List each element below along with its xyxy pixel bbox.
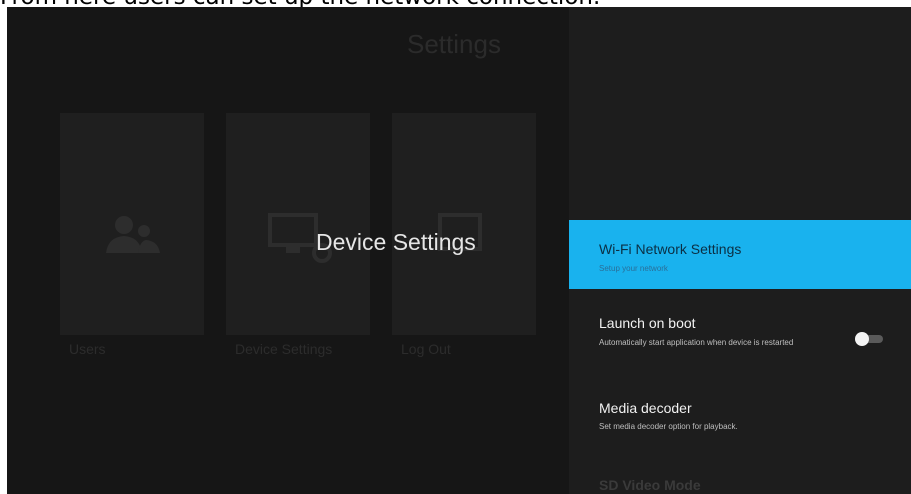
toggle-thumb — [855, 332, 869, 346]
users-icon — [106, 216, 160, 253]
launch-on-boot-toggle[interactable] — [855, 332, 885, 346]
tile-users[interactable] — [60, 113, 204, 335]
media-decoder-subtitle: Set media decoder option for playback. — [599, 422, 738, 431]
tile-label-device-settings: Device Settings — [235, 341, 333, 357]
settings-title: Settings — [407, 29, 501, 59]
overlay-title: Device Settings — [316, 229, 476, 255]
launch-on-boot-item[interactable]: Launch on boot Automatically start appli… — [569, 307, 911, 375]
launch-on-boot-title: Launch on boot — [599, 315, 696, 331]
tile-device-settings[interactable] — [226, 113, 370, 335]
tv-screen: Settings Users Device Settings Log Out D… — [7, 7, 911, 494]
wifi-network-settings-item[interactable]: Wi-Fi Network Settings Setup your networ… — [569, 220, 911, 289]
tile-label-log-out: Log Out — [401, 341, 451, 357]
sd-video-mode-title: SD Video Mode — [599, 477, 701, 493]
tile-label-users: Users — [69, 341, 106, 357]
wifi-network-settings-title: Wi-Fi Network Settings — [599, 241, 742, 257]
tile-log-out[interactable] — [392, 113, 536, 335]
media-decoder-item[interactable]: Media decoder Set media decoder option f… — [569, 392, 911, 442]
media-decoder-title: Media decoder — [599, 400, 692, 416]
settings-panel: Wi-Fi Network Settings Setup your networ… — [569, 7, 911, 494]
launch-on-boot-subtitle: Automatically start application when dev… — [599, 338, 794, 347]
wifi-network-settings-subtitle: Setup your network — [599, 264, 668, 273]
sd-video-mode-item[interactable]: SD Video Mode — [569, 467, 911, 494]
